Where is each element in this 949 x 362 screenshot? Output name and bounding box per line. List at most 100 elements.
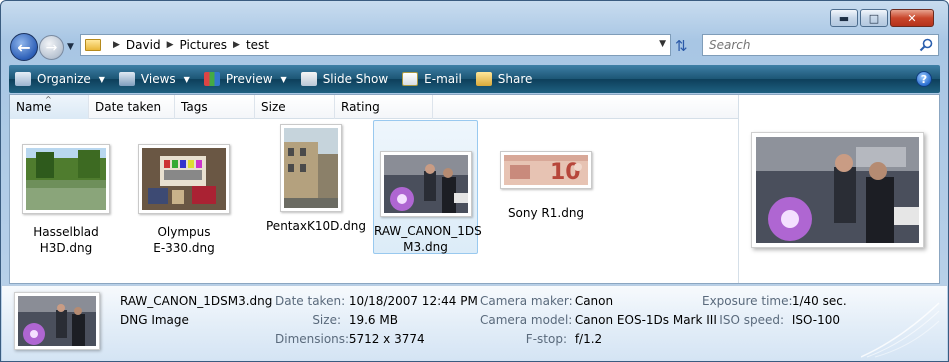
property-label: ISO speed: — [719, 313, 784, 327]
file-name-line2: H3D.dng — [39, 241, 93, 255]
property-label: Exposure time: — [702, 294, 793, 308]
forward-arrow-icon: → — [45, 39, 58, 56]
search-box[interactable] — [702, 34, 939, 56]
organize-icon — [15, 72, 31, 86]
column-header-label: Size — [261, 100, 286, 114]
file-name-line1: Sony R1.dng — [507, 206, 585, 220]
file-name-line2: M3.dng — [403, 240, 448, 254]
property-label: Date taken: — [275, 294, 346, 308]
address-bar[interactable]: ▶ David ▶ Pictures ▶ test ▼ — [80, 34, 671, 56]
thumbnail-image — [379, 151, 472, 217]
close-button[interactable]: ✕ — [890, 9, 934, 27]
address-dropdown-icon[interactable]: ▼ — [659, 39, 666, 49]
chevron-right-icon[interactable]: ▶ — [233, 40, 240, 50]
minimize-button[interactable]: ▬ — [830, 9, 858, 27]
column-header-size[interactable]: Size — [255, 95, 335, 119]
email-label: E-mail — [424, 72, 462, 86]
views-button[interactable]: Views ▼ — [118, 72, 190, 86]
file-item-hasselblad[interactable]: Hasselblad H3D.dng — [18, 144, 114, 256]
slideshow-label: Slide Show — [322, 72, 389, 86]
caption-buttons: ▬ □ ✕ — [830, 9, 934, 27]
property-value: 19.6 MB — [348, 313, 398, 327]
property-dimensions[interactable]: Dimensions: 5712 x 3774 — [275, 332, 425, 346]
views-label: Views — [140, 72, 176, 86]
thumbnail-image — [280, 124, 342, 212]
search-icon[interactable] — [919, 38, 933, 52]
chevron-right-icon[interactable]: ▶ — [167, 40, 174, 50]
slideshow-button[interactable]: Slide Show — [300, 72, 389, 86]
search-input[interactable] — [709, 38, 909, 52]
refresh-icon[interactable]: ⇅ — [675, 37, 688, 55]
property-label: Camera model: — [480, 313, 573, 327]
property-value: 5712 x 3774 — [348, 332, 425, 346]
property-value: Canon EOS-1Ds Mark III — [574, 313, 717, 327]
forward-button[interactable]: → — [39, 35, 64, 60]
organize-label: Organize — [37, 72, 91, 86]
help-button[interactable]: ? — [916, 71, 932, 87]
share-icon — [475, 72, 492, 86]
organize-button[interactable]: Organize ▼ — [15, 72, 105, 86]
column-header-tags[interactable]: Tags — [175, 95, 255, 119]
thumbnail-image: 10 — [500, 151, 592, 189]
preview-pane — [738, 95, 939, 283]
chevron-down-icon: ▼ — [280, 74, 287, 84]
file-list: Hasselblad H3D.dng Olympus E-330.dng Pen… — [10, 120, 738, 283]
close-icon: ✕ — [907, 11, 917, 25]
file-item-canon[interactable]: RAW_CANON_1DS M3.dng — [373, 120, 482, 254]
details-filename: RAW_CANON_1DSM3.dng — [120, 294, 273, 308]
explorer-window: ▬ □ ✕ ← → ▼ ▶ David ▶ Pictures ▶ test ▼ … — [0, 0, 949, 362]
property-value: 1/40 sec. — [791, 294, 847, 308]
column-header-label: Tags — [181, 100, 208, 114]
folder-icon — [85, 39, 101, 51]
share-button[interactable]: Share — [475, 72, 533, 86]
chevron-right-icon[interactable]: ▶ — [113, 40, 120, 50]
property-exposure-time[interactable]: Exposure time: 1/40 sec. — [702, 294, 847, 308]
breadcrumb-pictures[interactable]: Pictures — [180, 38, 228, 52]
chevron-down-icon: ▼ — [98, 74, 105, 84]
command-bar: Organize ▼ Views ▼ Preview ▼ Slide Show … — [9, 65, 940, 93]
maximize-button[interactable]: □ — [860, 9, 888, 27]
breadcrumb-david[interactable]: David — [126, 38, 161, 52]
property-size[interactable]: Size: 19.6 MB — [275, 313, 398, 327]
minimize-icon: ▬ — [838, 11, 850, 25]
preview-icon — [203, 72, 220, 86]
property-camera-maker[interactable]: Camera maker: Canon — [480, 294, 613, 308]
property-value: f/1.2 — [574, 332, 603, 346]
back-button[interactable]: ← — [10, 33, 38, 61]
maximize-icon: □ — [868, 11, 880, 25]
property-fstop[interactable]: F-stop: f/1.2 — [480, 332, 602, 346]
property-iso-speed[interactable]: ISO speed: ISO-100 — [702, 313, 840, 327]
property-label: Dimensions: — [275, 332, 350, 346]
property-label: F-stop: — [525, 332, 567, 346]
column-header-name[interactable]: ^ Name — [10, 95, 89, 119]
file-name-line1: Hasselblad — [33, 225, 99, 239]
column-headers: ^ Name Date taken Tags Size Rating — [10, 95, 738, 119]
column-header-label: Rating — [341, 100, 380, 114]
details-pane: RAW_CANON_1DSM3.dng DNG Image Date taken… — [2, 285, 947, 361]
recent-pages-dropdown[interactable]: ▼ — [67, 42, 74, 52]
slideshow-icon — [300, 72, 317, 86]
share-label: Share — [497, 72, 533, 86]
column-header-rating[interactable]: Rating — [335, 95, 433, 119]
column-header-label: Date taken — [95, 100, 162, 114]
sort-ascending-icon: ^ — [45, 95, 52, 104]
file-item-sony[interactable]: 10 Sony R1.dng — [496, 151, 596, 221]
email-button[interactable]: E-mail — [402, 72, 462, 86]
email-icon — [402, 72, 419, 86]
property-date-taken[interactable]: Date taken: 10/18/2007 12:44 PM — [275, 294, 478, 308]
preview-button[interactable]: Preview ▼ — [203, 72, 287, 86]
property-camera-model[interactable]: Camera model: Canon EOS-1Ds Mark III — [480, 313, 717, 327]
file-name-line1: PentaxK10D.dng — [266, 219, 366, 233]
property-label: Camera maker: — [480, 294, 573, 308]
column-header-date-taken[interactable]: Date taken — [89, 95, 175, 119]
property-label: Size: — [312, 313, 341, 327]
back-arrow-icon: ← — [17, 37, 31, 57]
property-value: Canon — [574, 294, 614, 308]
file-item-pentax[interactable]: PentaxK10D.dng — [266, 124, 366, 234]
breadcrumb-test[interactable]: test — [246, 38, 269, 52]
file-item-olympus[interactable]: Olympus E-330.dng — [134, 144, 234, 256]
file-name-line1: Olympus — [157, 225, 211, 239]
file-view: ^ Name Date taken Tags Size Rating Hasse… — [9, 94, 940, 284]
decorative-swoosh — [861, 302, 940, 358]
preview-label: Preview — [225, 72, 273, 86]
